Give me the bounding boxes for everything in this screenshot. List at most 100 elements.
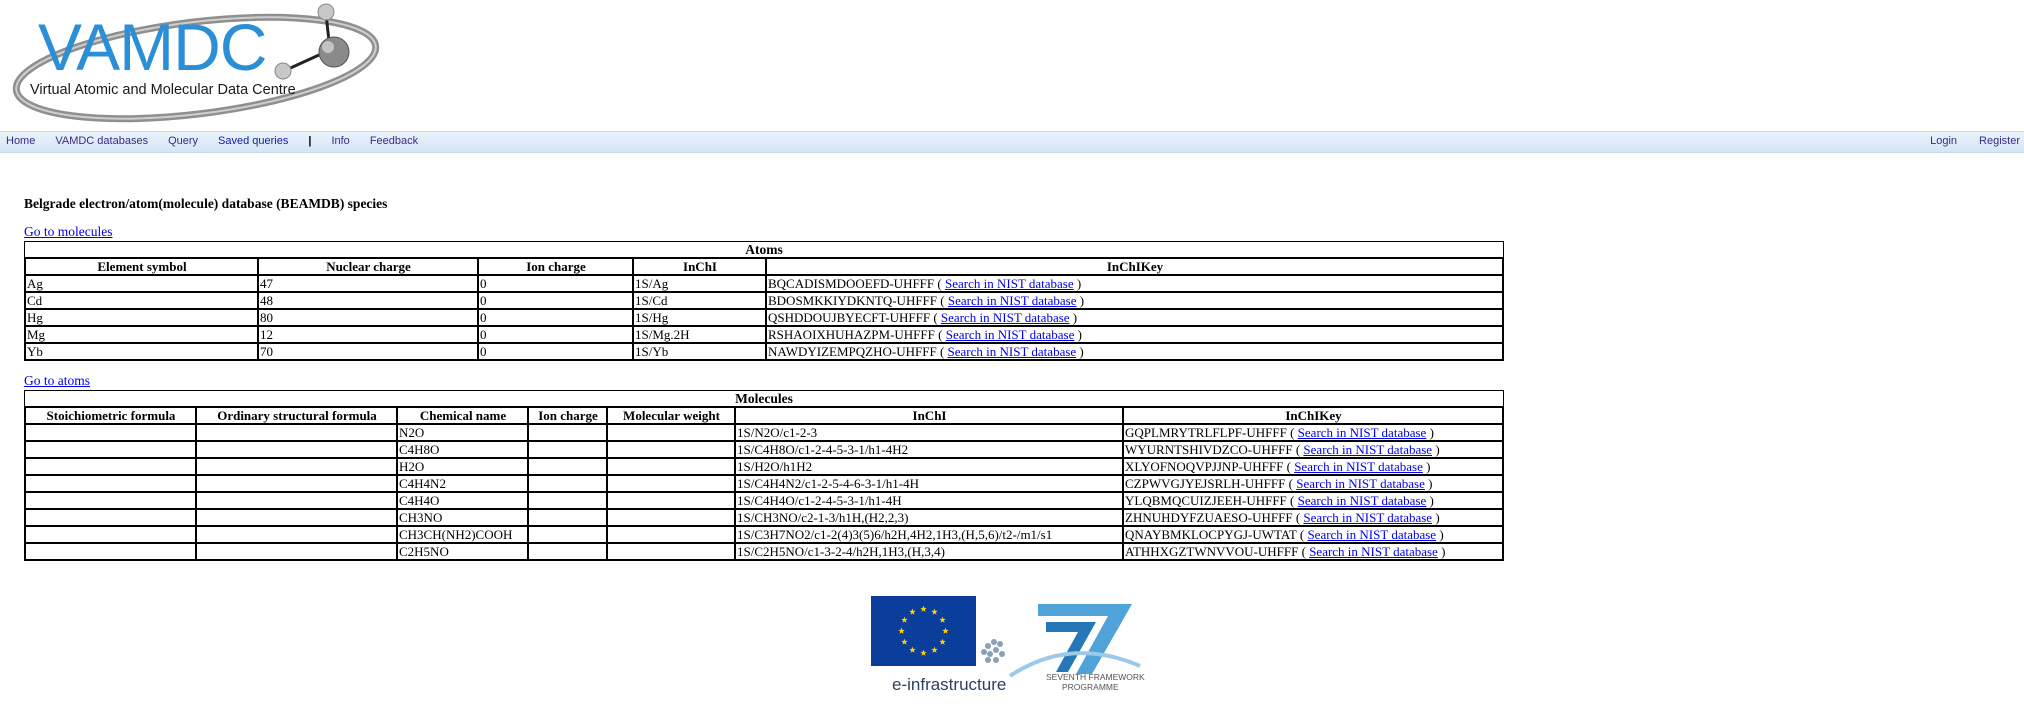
footer-logos: e-infrastructure SEVENTH FRAMEWORK PROGR… xyxy=(870,596,1154,696)
nav-register[interactable]: Register xyxy=(1979,135,2020,147)
paren-open: ( xyxy=(1298,544,1310,559)
nav-query[interactable]: Query xyxy=(168,135,198,147)
column-header[interactable]: InChIKey xyxy=(766,258,1503,275)
inchi-cell: 1S/Yb xyxy=(633,343,766,360)
fp7-logo-icon xyxy=(1008,604,1141,678)
nuclear-charge-cell: 80 xyxy=(258,309,478,326)
column-header[interactable]: Ion charge xyxy=(528,407,607,424)
column-header[interactable]: Ordinary structural formula xyxy=(196,407,397,424)
structural-formula-cell xyxy=(196,492,397,509)
ion-charge-cell xyxy=(528,458,607,475)
paren-close: ) xyxy=(1073,276,1082,291)
inchikey-value: ATHHXGZTWNVVOU-UHFFF xyxy=(1125,544,1299,559)
search-nist-link[interactable]: Search in NIST database xyxy=(946,327,1075,342)
ion-charge-cell xyxy=(528,475,607,492)
nav-separator: | xyxy=(308,135,312,147)
ion-charge-cell: 0 xyxy=(478,292,633,309)
nuclear-charge-cell: 47 xyxy=(258,275,478,292)
fp7-label-line1: SEVENTH FRAMEWORK xyxy=(1046,672,1145,682)
inchikey-cell: ZHNUHDYFZUAESO-UHFFF ( Search in NIST da… xyxy=(1123,509,1503,526)
paren-close: ) xyxy=(1076,344,1084,359)
paren-close: ) xyxy=(1424,476,1433,491)
stoichiometric-formula-cell xyxy=(25,424,196,441)
search-nist-link[interactable]: Search in NIST database xyxy=(1303,510,1432,525)
column-header[interactable]: Nuclear charge xyxy=(258,258,478,275)
go-to-molecules-link[interactable]: Go to molecules xyxy=(24,224,112,240)
column-header[interactable]: Stoichiometric formula xyxy=(25,407,196,424)
search-nist-link[interactable]: Search in NIST database xyxy=(941,310,1070,325)
element-symbol-cell: Ag xyxy=(25,275,258,292)
structural-formula-cell xyxy=(196,475,397,492)
table-row: C4H4O 1S/C4H4O/c1-2-4-5-3-1/h1-4H YLQBMQCU… xyxy=(25,492,1503,509)
table-row: Ag 47 0 1S/Ag BQCADISMDOOEFD-UHFFF ( Search … xyxy=(25,275,1503,292)
table-row: Yb 70 0 1S/Yb NAWDYIZEMPQZHO-UHFFF ( Search … xyxy=(25,343,1503,360)
ion-charge-cell xyxy=(528,441,607,458)
table-row: C4H4N2 1S/C4H4N2/c1-2-5-4-6-3-1/h1-4H CZPW… xyxy=(25,475,1503,492)
column-header[interactable]: InChI xyxy=(735,407,1123,424)
structural-formula-cell xyxy=(196,526,397,543)
search-nist-link[interactable]: Search in NIST database xyxy=(1303,442,1432,457)
inchikey-cell: WYURNTSHIVDZCO-UHFFF ( Search in NIST da… xyxy=(1123,441,1503,458)
paren-close: ) xyxy=(1076,293,1085,308)
molecular-weight-cell xyxy=(607,458,735,475)
stoichiometric-formula-cell xyxy=(25,475,196,492)
fp7-label-line2: PROGRAMME xyxy=(1062,682,1119,692)
atoms-table: Atoms Element symbol Nuclear charge Ion … xyxy=(24,241,1504,361)
inchikey-value: YLQBMQCUIZJEEH-UHFFF xyxy=(1125,493,1287,508)
search-nist-link[interactable]: Search in NIST database xyxy=(945,276,1074,291)
column-header[interactable]: Chemical name xyxy=(397,407,528,424)
structural-formula-cell xyxy=(196,424,397,441)
column-header[interactable]: Molecular weight xyxy=(607,407,735,424)
table-row: C2H5NO 1S/C2H5NO/c1-3-2-4/h2H,1H3,(H,3,4)… xyxy=(25,543,1503,560)
inchi-cell: 1S/C4H4O/c1-2-4-5-3-1/h1-4H xyxy=(735,492,1123,509)
logo-title: VAMDC xyxy=(38,10,266,84)
column-header[interactable]: Ion charge xyxy=(478,258,633,275)
inchikey-value: ZHNUHDYFZUAESO-UHFFF xyxy=(1125,510,1293,525)
main-content: Belgrade electron/atom(molecule) databas… xyxy=(24,196,1504,561)
search-nist-link[interactable]: Search in NIST database xyxy=(948,344,1077,359)
ion-charge-cell xyxy=(528,509,607,526)
molecules-table-caption: Molecules xyxy=(24,390,1504,406)
ion-charge-cell xyxy=(528,492,607,509)
molecules-table: Molecules Stoichiometric formula Ordinar… xyxy=(24,390,1504,561)
table-row: Hg 80 0 1S/Hg QSHDDOUJBYECFT-UHFFF ( Search … xyxy=(25,309,1503,326)
search-nist-link[interactable]: Search in NIST database xyxy=(1294,459,1423,474)
stoichiometric-formula-cell xyxy=(25,543,196,560)
structural-formula-cell xyxy=(196,509,397,526)
paren-close: ) xyxy=(1436,527,1444,542)
nav-right-group: Login Register xyxy=(1908,135,2020,147)
column-header[interactable]: InChIKey xyxy=(1123,407,1503,424)
nav-feedback[interactable]: Feedback xyxy=(370,135,418,147)
chemical-name-cell: C4H4N2 xyxy=(397,475,528,492)
ion-charge-cell: 0 xyxy=(478,343,633,360)
e-infrastructure-icon xyxy=(981,639,1005,663)
nav-info[interactable]: Info xyxy=(331,135,349,147)
molecules-table-body: N2O 1S/N2O/c1-2-3 GQPLMRYTRLFLPF-UHFFF ( S… xyxy=(25,424,1503,560)
nav-vamdc-databases[interactable]: VAMDC databases xyxy=(55,135,148,147)
search-nist-link[interactable]: Search in NIST database xyxy=(1298,425,1427,440)
vamdc-logo[interactable]: VAMDC Virtual Atomic and Molecular Data … xyxy=(10,0,380,124)
nuclear-charge-cell: 70 xyxy=(258,343,478,360)
go-to-atoms-link[interactable]: Go to atoms xyxy=(24,373,90,389)
nav-home[interactable]: Home xyxy=(6,135,35,147)
search-nist-link[interactable]: Search in NIST database xyxy=(1298,493,1427,508)
inchikey-cell: ATHHXGZTWNVVOU-UHFFF ( Search in NIST da… xyxy=(1123,543,1503,560)
funding-logos: e-infrastructure SEVENTH FRAMEWORK PROGR… xyxy=(871,596,1145,694)
chemical-name-cell: C4H4O xyxy=(397,492,528,509)
search-nist-link[interactable]: Search in NIST database xyxy=(1296,476,1425,491)
paren-close: ) xyxy=(1426,493,1434,508)
inchikey-cell: QNAYBMKLOCPYGJ-UWTAT ( Search in NIST da… xyxy=(1123,526,1503,543)
molecular-weight-cell xyxy=(607,509,735,526)
nav-login[interactable]: Login xyxy=(1930,135,1957,147)
nav-saved-queries[interactable]: Saved queries xyxy=(218,135,288,147)
chemical-name-cell: H2O xyxy=(397,458,528,475)
paren-open: ( xyxy=(1286,425,1298,440)
search-nist-link[interactable]: Search in NIST database xyxy=(1309,544,1438,559)
stoichiometric-formula-cell xyxy=(25,526,196,543)
ion-charge-cell: 0 xyxy=(478,309,633,326)
structural-formula-cell xyxy=(196,543,397,560)
search-nist-link[interactable]: Search in NIST database xyxy=(948,293,1077,308)
column-header[interactable]: Element symbol xyxy=(25,258,258,275)
search-nist-link[interactable]: Search in NIST database xyxy=(1307,527,1436,542)
column-header[interactable]: InChI xyxy=(633,258,766,275)
